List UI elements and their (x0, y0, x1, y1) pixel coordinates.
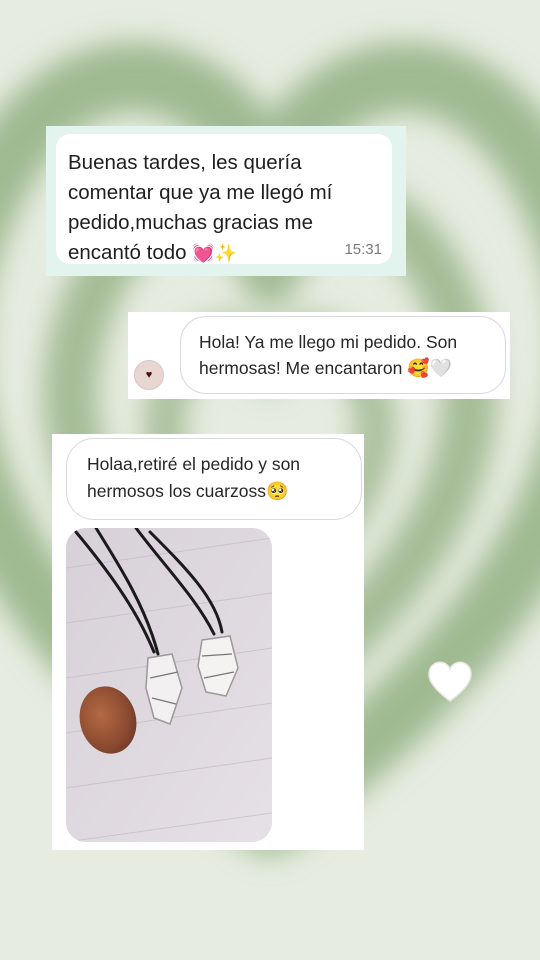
white-heart-icon (428, 661, 472, 702)
dm-message-text-wrap: Hola! Ya me llego mi pedido. Son hermosa… (199, 329, 495, 381)
quartz-necklaces-photo[interactable] (66, 528, 272, 842)
whatsapp-message-text-wrap: Buenas tardes, les quería comentar que y… (68, 148, 378, 268)
message-timestamp: 15:31 (344, 241, 382, 258)
whatsapp-message-emojis: 💓✨ (192, 243, 238, 263)
whatsapp-message-bubble: Buenas tardes, les quería comentar que y… (56, 134, 392, 264)
dark-heart-icon: ♥ (145, 369, 153, 381)
dm-message-bubble: Hola! Ya me llego mi pedido. Son hermosa… (180, 316, 506, 394)
photo-message-bubble: Holaa,retiré el pedido y son hermosos lo… (66, 438, 362, 520)
pleading-face-emoji: 🥺 (265, 481, 289, 501)
dm-message-emojis: 🥰🤍 (407, 358, 453, 378)
photo-message-card: Holaa,retiré el pedido y son hermosos lo… (52, 434, 364, 850)
instagram-dm-card: ♥ Hola! Ya me llego mi pedido. Son hermo… (128, 312, 510, 399)
photo-message-text-wrap: Holaa,retiré el pedido y son hermosos lo… (87, 451, 353, 505)
avatar: ♥ (134, 360, 164, 390)
whatsapp-message-card: Buenas tardes, les quería comentar que y… (46, 126, 406, 276)
